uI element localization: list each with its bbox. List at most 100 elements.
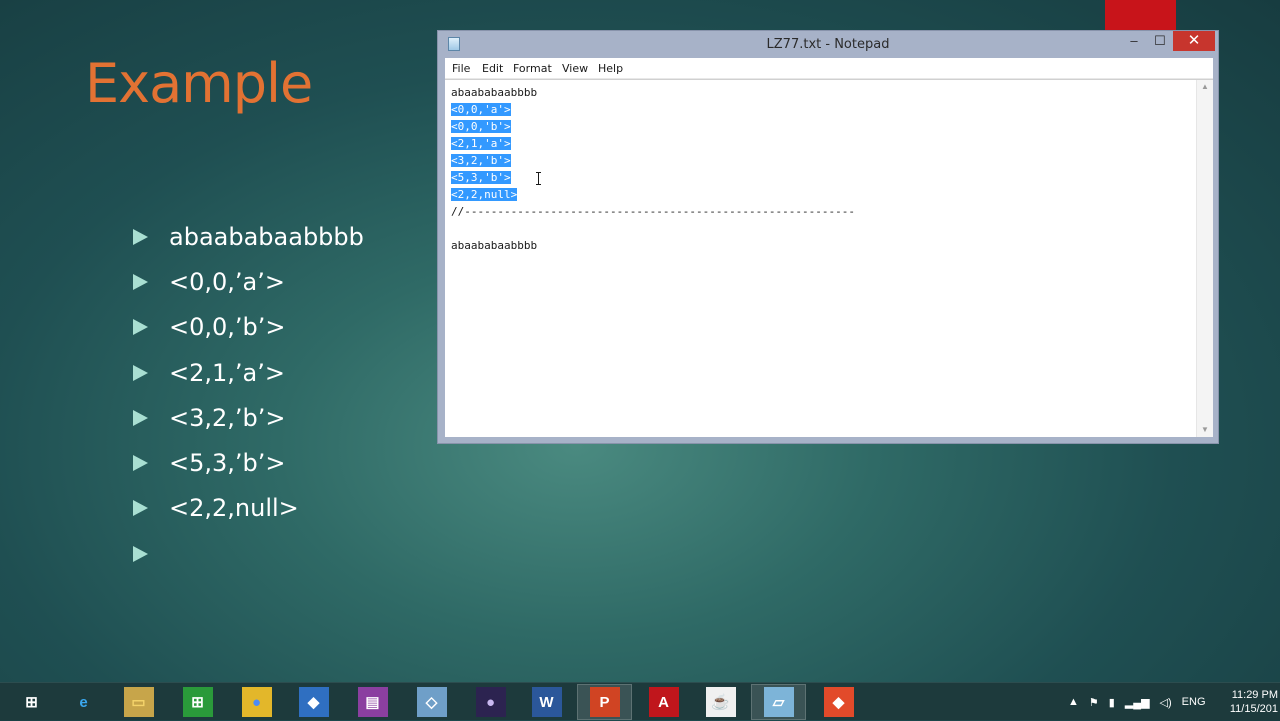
bullet-text: <0,0,’b’> xyxy=(169,313,286,342)
selected-text: <2,1,'a'> xyxy=(451,137,511,150)
bullet-item: <2,2,null> xyxy=(133,486,364,531)
bullet-list: abaababaabbbb <0,0,’a’> <0,0,’b’> <2,1,’… xyxy=(133,214,364,576)
minimize-button[interactable]: – xyxy=(1121,31,1147,51)
git-icon: ◆ xyxy=(823,687,854,717)
internet-explorer-taskbar-button[interactable]: e xyxy=(56,684,111,720)
text-line[interactable]: <0,0,'b'> xyxy=(451,118,855,135)
java-icon: ☕ xyxy=(705,687,736,717)
acrobat-icon: A xyxy=(648,687,679,717)
language-indicator[interactable]: ENG xyxy=(1182,696,1206,708)
text-content[interactable]: abaababaabbbb <0,0,'a'> <0,0,'b'> <2,1,'a'>… xyxy=(451,84,855,254)
bullet-arrow-icon xyxy=(133,319,148,336)
line-text: abaababaabbbb xyxy=(451,86,538,99)
chrome-taskbar-button[interactable]: ● xyxy=(229,684,284,720)
text-line[interactable] xyxy=(451,220,855,237)
bullet-item: <0,0,’b’> xyxy=(133,305,364,350)
file-explorer-icon: ▭ xyxy=(123,687,154,717)
bullet-text: <2,2,null> xyxy=(169,494,299,523)
eclipse-icon: ● xyxy=(475,687,506,717)
notepad-taskbar-button[interactable]: ▱ xyxy=(751,684,806,720)
bullet-text: abaababaabbbb xyxy=(169,222,364,251)
text-line[interactable]: abaababaabbbb xyxy=(451,84,855,101)
menu-edit[interactable]: Edit xyxy=(482,62,503,75)
powerpoint-icon: P xyxy=(589,687,620,717)
bullet-arrow-icon xyxy=(133,273,148,290)
maximize-button[interactable]: ☐ xyxy=(1147,31,1173,51)
internet-explorer-icon: e xyxy=(79,693,88,711)
scroll-up-icon[interactable]: ▲ xyxy=(1197,80,1213,94)
bullet-arrow-icon xyxy=(133,455,148,472)
selected-text: <2,2,null> xyxy=(451,188,518,201)
text-line[interactable]: <2,2,null> xyxy=(451,186,855,203)
bullet-item: <3,2,’b’> xyxy=(133,395,364,440)
window-title: LZ77.txt - Notepad xyxy=(766,37,890,52)
system-tray: ▲ ⚑ ▮ ▂▄▆ ◁) ENG xyxy=(1068,683,1216,721)
text-line[interactable]: <3,2,'b'> xyxy=(451,152,855,169)
selected-text: <0,0,'b'> xyxy=(451,120,511,133)
acrobat-taskbar-button[interactable]: A xyxy=(636,684,691,720)
title-bar[interactable]: LZ77.txt - Notepad – ☐ ✕ xyxy=(438,31,1218,58)
store-taskbar-button[interactable]: ⊞ xyxy=(170,684,225,720)
winrar-icon: ▤ xyxy=(357,687,388,717)
clock-date: 11/15/201 xyxy=(1229,703,1278,715)
text-line[interactable]: abaababaabbbb xyxy=(451,237,855,254)
notepad-window[interactable]: LZ77.txt - Notepad – ☐ ✕ File Edit Forma… xyxy=(437,30,1219,444)
word-taskbar-button[interactable]: W xyxy=(519,684,574,720)
selected-text: <0,0,'a'> xyxy=(451,103,511,116)
bullet-arrow-icon xyxy=(133,545,148,562)
volume-icon[interactable]: ◁) xyxy=(1160,696,1172,709)
defender-icon: ◆ xyxy=(298,687,329,717)
text-line[interactable]: //--------------------------------------… xyxy=(451,203,855,220)
bullet-item: <0,0,’a’> xyxy=(133,259,364,304)
menu-help[interactable]: Help xyxy=(598,62,623,75)
slide-title: Example xyxy=(85,52,313,115)
action-center-flag-icon[interactable]: ⚑ xyxy=(1089,696,1099,709)
winrar-taskbar-button[interactable]: ▤ xyxy=(345,684,400,720)
line-text: abaababaabbbb xyxy=(451,239,538,252)
selected-text: <3,2,'b'> xyxy=(451,154,511,167)
bullet-arrow-icon xyxy=(133,500,148,517)
text-line[interactable]: <2,1,'a'> xyxy=(451,135,855,152)
bullet-arrow-icon xyxy=(133,364,148,381)
tray-overflow-icon[interactable]: ▲ xyxy=(1068,696,1079,708)
bullet-text: <5,3,’b’> xyxy=(169,449,286,478)
notepad-icon: ▱ xyxy=(763,687,794,717)
scroll-down-icon[interactable]: ▼ xyxy=(1197,423,1213,437)
text-line[interactable]: <5,3,'b'> xyxy=(451,169,855,186)
selected-text: <5,3,'b'> xyxy=(451,171,511,184)
virtualbox-taskbar-button[interactable]: ◇ xyxy=(404,684,459,720)
network-icon[interactable]: ▂▄▆ xyxy=(1125,696,1150,709)
store-icon: ⊞ xyxy=(182,687,213,717)
menu-file[interactable]: File xyxy=(452,62,470,75)
start-button-taskbar-button[interactable]: ⊞ xyxy=(4,684,59,720)
line-text: //--------------------------------------… xyxy=(451,205,855,218)
clock-time: 11:29 PM xyxy=(1231,689,1278,701)
bullet-text: <3,2,’b’> xyxy=(169,403,286,432)
bullet-text: <0,0,’a’> xyxy=(169,267,285,296)
powerpoint-taskbar-button[interactable]: P xyxy=(577,684,632,720)
defender-taskbar-button[interactable]: ◆ xyxy=(286,684,341,720)
vertical-scrollbar[interactable]: ▲ ▼ xyxy=(1196,80,1213,437)
clock[interactable]: 11:29 PM 11/15/201 xyxy=(1222,688,1278,716)
menu-format[interactable]: Format xyxy=(513,62,552,75)
chrome-icon: ● xyxy=(241,687,272,717)
device-icon[interactable]: ▮ xyxy=(1109,696,1115,709)
ibeam-cursor-icon xyxy=(536,172,542,185)
menu-view[interactable]: View xyxy=(562,62,588,75)
menu-bar: File Edit Format View Help xyxy=(445,58,1213,79)
java-taskbar-button[interactable]: ☕ xyxy=(693,684,748,720)
text-editor[interactable]: abaababaabbbb <0,0,'a'> <0,0,'b'> <2,1,'a'>… xyxy=(445,79,1213,437)
close-button[interactable]: ✕ xyxy=(1173,31,1215,51)
text-line[interactable]: <0,0,'a'> xyxy=(451,101,855,118)
bullet-item: <2,1,’a’> xyxy=(133,350,364,395)
word-icon: W xyxy=(531,687,562,717)
file-explorer-taskbar-button[interactable]: ▭ xyxy=(111,684,166,720)
bullet-text: <2,1,’a’> xyxy=(169,358,285,387)
red-overlay-block xyxy=(1105,0,1176,30)
virtualbox-icon: ◇ xyxy=(416,687,447,717)
bullet-arrow-icon xyxy=(133,409,148,426)
taskbar: ⊞ e ▭ ⊞ ● ◆ ▤ ◇ ● W P A ☕ ▱ ◆ ▲ ⚑ ▮ ▂▄▆ ◁) ENG 11:29 P… xyxy=(0,682,1280,720)
bullet-item: abaababaabbbb xyxy=(133,214,364,259)
eclipse-taskbar-button[interactable]: ● xyxy=(463,684,518,720)
git-taskbar-button[interactable]: ◆ xyxy=(811,684,866,720)
